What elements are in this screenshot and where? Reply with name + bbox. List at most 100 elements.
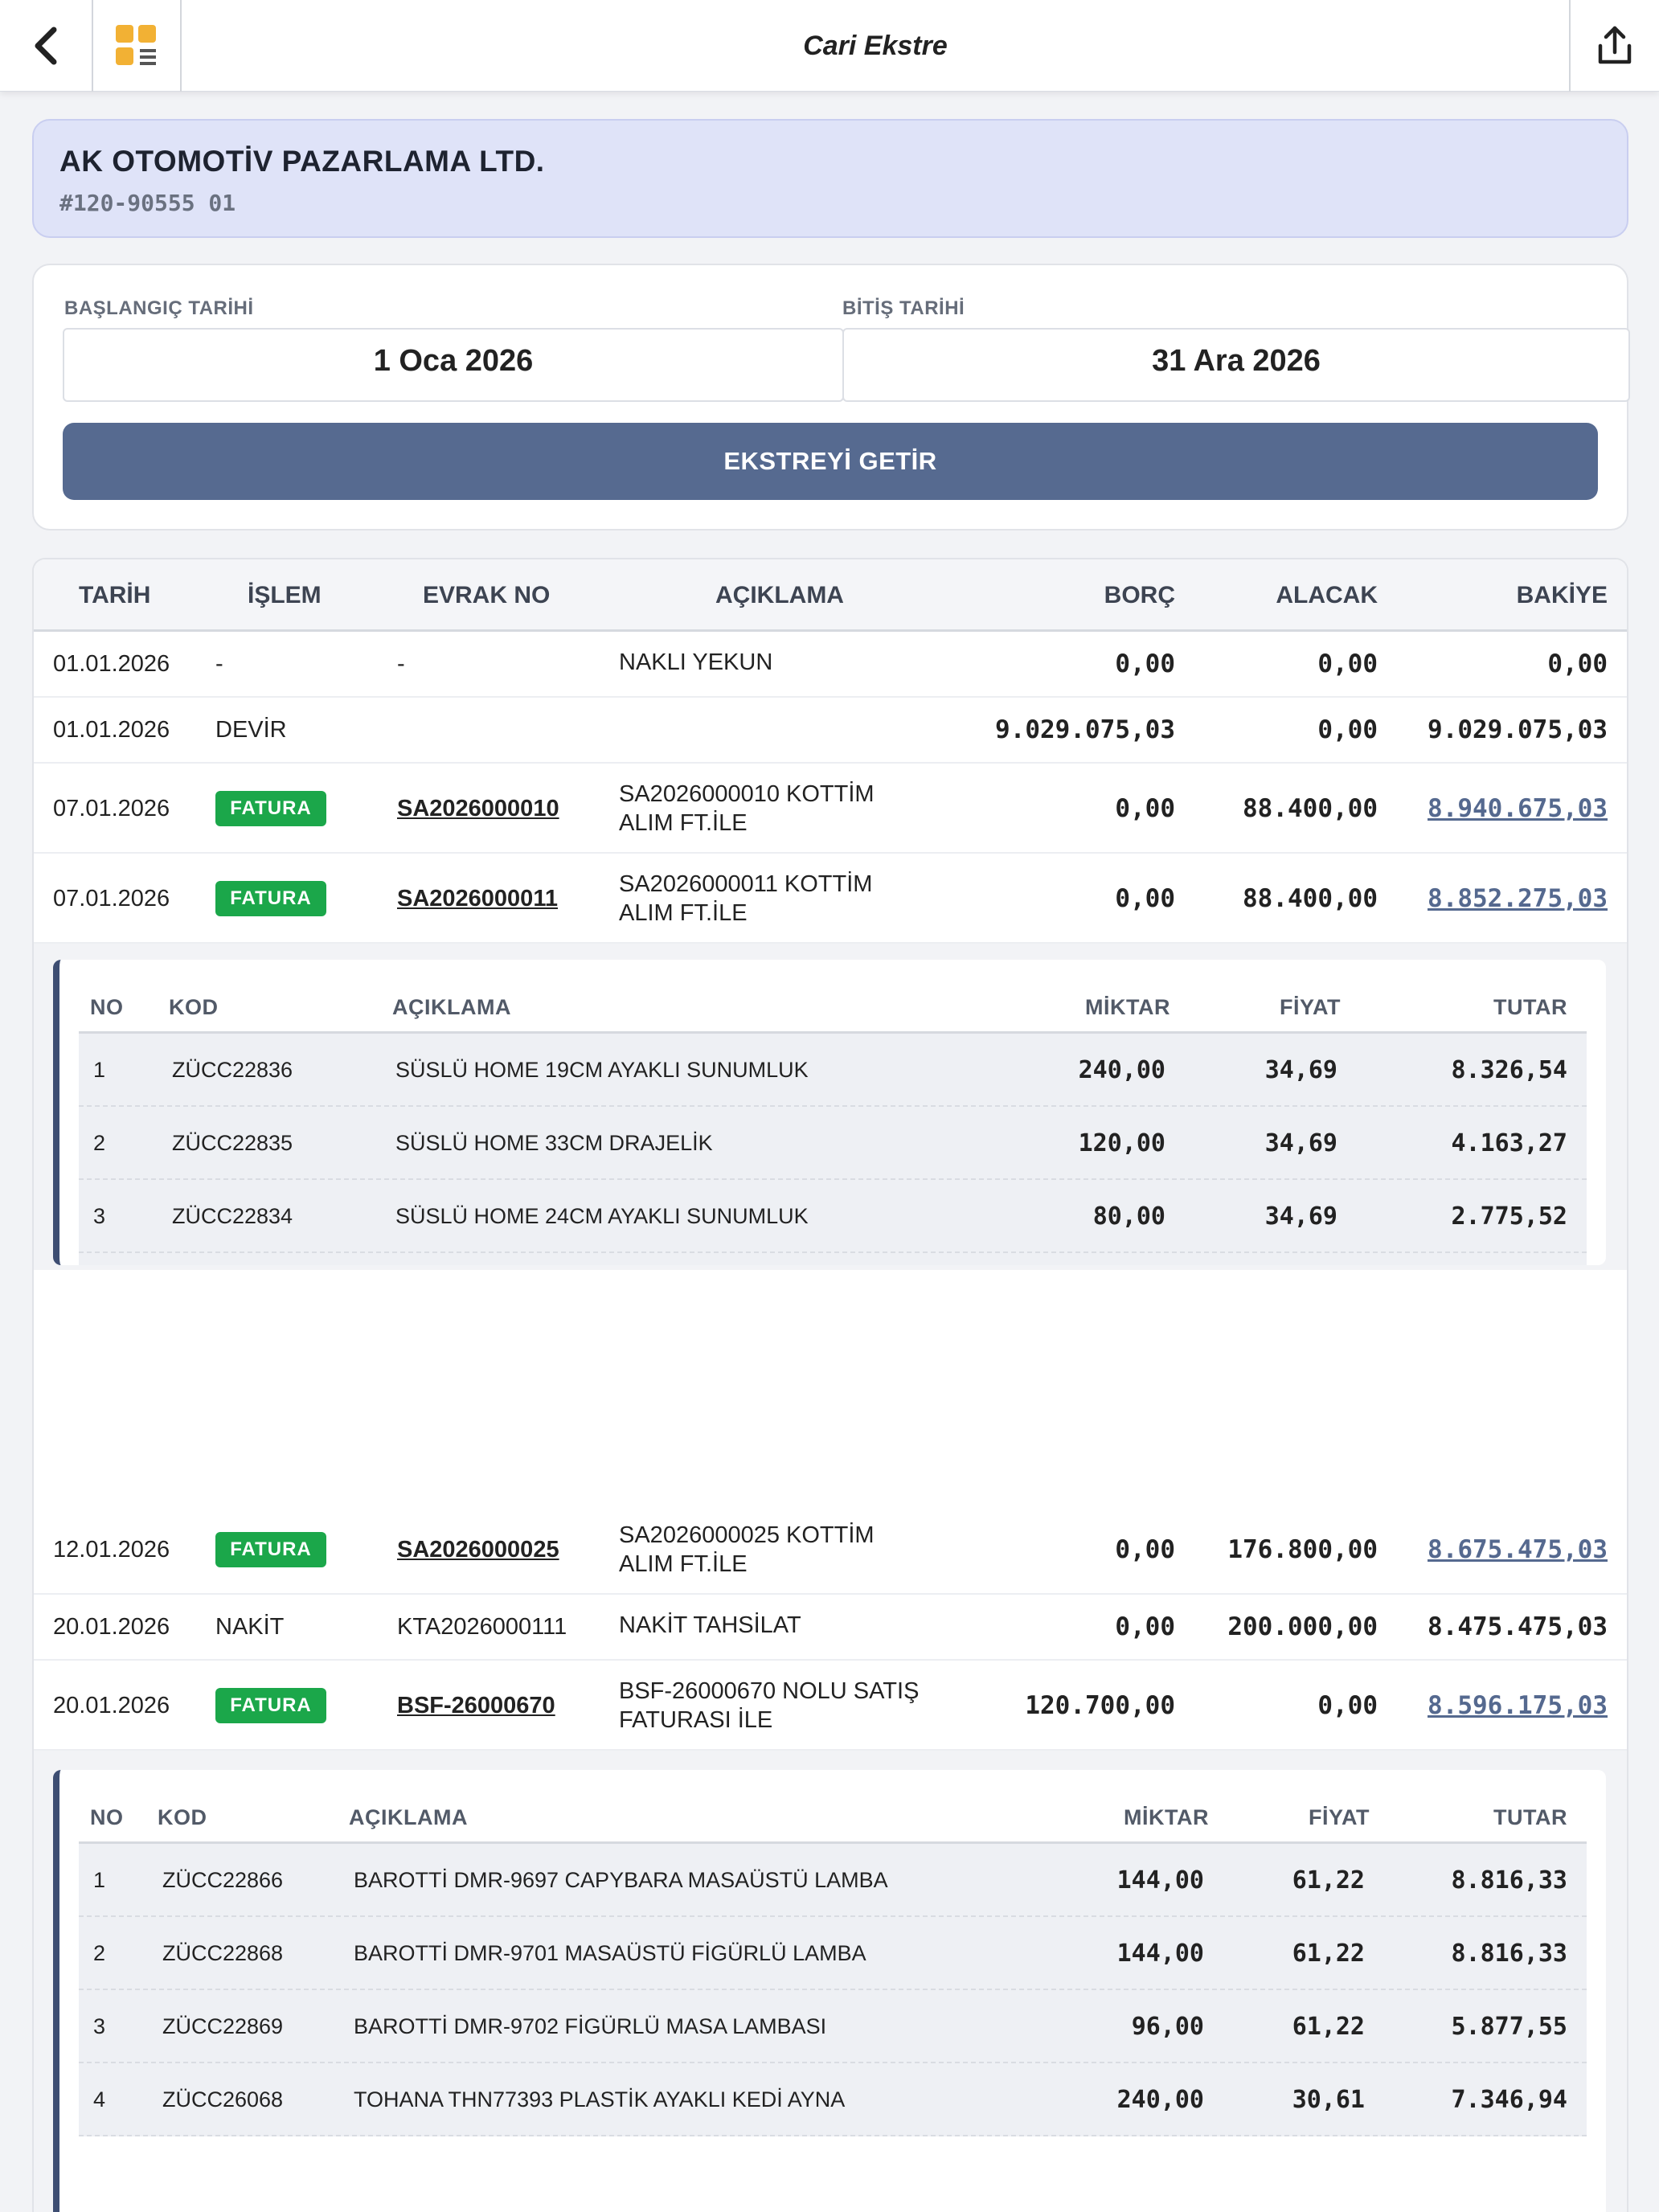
row-date: 01.01.2026 xyxy=(53,651,170,677)
detail-row[interactable]: 4ZÜCC22833SÜSLÜ HOME 24CM SALATA KASESİ1… xyxy=(79,1253,1587,1265)
detail-col-qty: MİKTAR xyxy=(1085,995,1170,1019)
row-doc: KTA2026000111 xyxy=(397,1614,567,1640)
detail-code: ZÜCC22866 xyxy=(162,1868,284,1892)
row-balance-link[interactable]: 8.940.675,03 xyxy=(1428,794,1608,823)
row-balance: 0,00 xyxy=(1547,649,1608,678)
table-row[interactable]: 01.01.2026 DEVİR 9.029.075,03 0,00 9.029… xyxy=(34,698,1627,764)
row-doc-link[interactable]: SA2026000011 xyxy=(397,886,558,912)
detail-col-no: NO xyxy=(90,995,124,1019)
row-date: 12.01.2026 xyxy=(53,1537,170,1563)
row-doc-link[interactable]: BSF-26000670 xyxy=(397,1693,555,1719)
detail-row[interactable]: 2 ZÜCC22835 SÜSLÜ HOME 33CM DRAJELİK 120,00… xyxy=(79,1107,1587,1180)
chevron-left-icon xyxy=(35,27,57,65)
col-doc: EVRAK NO xyxy=(423,582,551,608)
row-date: 01.01.2026 xyxy=(53,717,170,743)
detail-col-price: FİYAT xyxy=(1279,995,1341,1019)
row-doc-link[interactable]: SA2026000010 xyxy=(397,796,559,822)
detail-code: ZÜCC26068 xyxy=(162,2087,284,2112)
invoice-detail-section: NO KOD AÇIKLAMA MİKTAR FİYAT TUTAR 1 ZÜCC… xyxy=(34,1751,1627,2212)
table-row[interactable]: 07.01.2026 FATURA SA2026000010 SA2026000… xyxy=(34,764,1627,854)
table-row[interactable]: 20.01.2026 FATURA BSF-26000670 BSF-26000… xyxy=(34,1661,1627,1751)
table-row[interactable]: 01.01.2026 - - NAKLI YEKUN 0,00 0,00 0,0… xyxy=(34,632,1627,698)
detail-qty: 120,00 xyxy=(1078,1129,1165,1157)
detail-total: 5.877,55 xyxy=(1451,2013,1568,2041)
share-icon xyxy=(1598,26,1632,64)
row-type: NAKİT xyxy=(215,1614,285,1640)
menu-button[interactable] xyxy=(93,0,182,92)
detail-no: 1 xyxy=(93,1868,106,1892)
row-balance: 9.029.075,03 xyxy=(1428,715,1608,744)
detail-desc: TOHANA THN77393 PLASTİK AYAKLI KEDİ AYNA xyxy=(354,2087,846,2112)
detail-row[interactable]: 3 ZÜCC22834 SÜSLÜ HOME 24CM AYAKLI SUNUMLU… xyxy=(79,1180,1587,1253)
detail-desc: SÜSLÜ HOME 19CM AYAKLI SUNUMLUK xyxy=(395,1058,809,1082)
date-filter-card: BAŞLANGIÇ TARİHİ BİTİŞ TARİHİ 1 Oca 2026… xyxy=(32,264,1630,530)
row-balance-link[interactable]: 8.675.475,03 xyxy=(1428,1535,1608,1564)
detail-total: 8.816,33 xyxy=(1451,1940,1568,1968)
detail-qty: 144,00 xyxy=(1116,1940,1204,1968)
row-balance-link[interactable]: 8.852.275,03 xyxy=(1428,884,1608,913)
detail-qty: 144,00 xyxy=(1116,1866,1204,1895)
detail-qty: 96,00 xyxy=(1131,2013,1204,2041)
detail-price: 30,61 xyxy=(1292,2086,1365,2114)
row-debit: 9.029.075,03 xyxy=(995,715,1175,744)
end-date-label: BİTİŞ TARİHİ xyxy=(842,297,965,319)
detail-code: ZÜCC22836 xyxy=(172,1058,293,1082)
detail-total: 4.163,27 xyxy=(1451,1129,1568,1157)
row-desc-line1: SA2026000010 KOTTİM xyxy=(619,781,875,807)
table-row[interactable]: 12.01.2026 FATURA SA2026000025 SA2026000… xyxy=(34,1505,1627,1595)
row-desc-line2: ALIM FT.İLE xyxy=(619,1551,748,1577)
row-credit: 88.400,00 xyxy=(1243,884,1378,913)
invoice-badge: FATURA xyxy=(215,1688,326,1723)
row-date: 20.01.2026 xyxy=(53,1614,170,1640)
row-doc-link[interactable]: SA2026000025 xyxy=(397,1537,559,1563)
row-credit: 0,00 xyxy=(1317,1691,1378,1720)
col-balance: BAKİYE xyxy=(1516,582,1608,608)
share-button[interactable] xyxy=(1569,0,1659,92)
row-balance: 8.475.475,03 xyxy=(1428,1612,1608,1641)
invoice-badge: FATURA xyxy=(215,881,326,916)
detail-no: 3 xyxy=(93,1204,106,1228)
detail-header: NO KOD AÇIKLAMA MİKTAR FİYAT TUTAR xyxy=(79,1784,1587,1844)
grid-list-icon xyxy=(116,25,156,65)
col-desc: AÇIKLAMA xyxy=(715,582,844,608)
table-row[interactable]: 07.01.2026 FATURA SA2026000011 SA2026000… xyxy=(34,854,1627,944)
detail-col-qty: MİKTAR xyxy=(1124,1805,1209,1829)
row-credit: 0,00 xyxy=(1317,649,1378,678)
detail-code: ZÜCC22869 xyxy=(162,2014,284,2038)
start-date-field[interactable]: 1 Oca 2026 xyxy=(63,328,844,402)
invoice-badge: FATURA xyxy=(215,1532,326,1567)
detail-price: 61,22 xyxy=(1292,1940,1365,1968)
invoice-detail-section: NO KOD AÇIKLAMA MİKTAR FİYAT TUTAR 1 ZÜCC… xyxy=(34,944,1627,1270)
detail-total: 8.816,33 xyxy=(1451,1866,1568,1895)
row-date: 07.01.2026 xyxy=(53,796,170,821)
row-date: 20.01.2026 xyxy=(53,1693,170,1718)
table-header: TARİH İŞLEM EVRAK NO AÇIKLAMA BORÇ ALACA… xyxy=(34,559,1627,632)
detail-no: 2 xyxy=(93,1131,106,1155)
detail-total: 7.346,94 xyxy=(1451,2086,1568,2114)
detail-row[interactable]: 1 ZÜCC22836 SÜSLÜ HOME 19CM AYAKLI SUNUMLU… xyxy=(79,1034,1587,1107)
row-desc-line1: SA2026000025 KOTTİM xyxy=(619,1522,875,1548)
detail-row[interactable]: 4 ZÜCC26068 TOHANA THN77393 PLASTİK AYAKLI… xyxy=(79,2063,1587,2136)
invoice-detail-panel: NO KOD AÇIKLAMA MİKTAR FİYAT TUTAR 1 ZÜCC… xyxy=(53,960,1606,1265)
table-row[interactable]: 20.01.2026 NAKİT KTA2026000111 NAKİT TAH… xyxy=(34,1595,1627,1661)
detail-no: 3 xyxy=(93,2014,106,2038)
top-bar: Cari Ekstre xyxy=(0,0,1659,92)
row-doc: - xyxy=(397,651,405,677)
detail-row[interactable]: 1 ZÜCC22866 BAROTTİ DMR-9697 CAPYBARA MASA… xyxy=(79,1844,1587,1917)
detail-row[interactable]: 3 ZÜCC22869 BAROTTİ DMR-9702 FİGÜRLÜ MASA … xyxy=(79,1990,1587,2063)
detail-no: 1 xyxy=(93,1058,106,1082)
row-debit: 0,00 xyxy=(1115,1535,1175,1564)
row-balance-link[interactable]: 8.596.175,03 xyxy=(1428,1691,1608,1720)
detail-col-code: KOD xyxy=(158,1805,207,1829)
fetch-statement-button[interactable]: EKSTREYİ GETİR xyxy=(63,423,1598,500)
back-button[interactable] xyxy=(0,0,93,92)
end-date-field[interactable]: 31 Ara 2026 xyxy=(842,328,1630,402)
detail-price: 34,69 xyxy=(1264,1202,1337,1231)
statement-table: TARİH İŞLEM EVRAK NO AÇIKLAMA BORÇ ALACA… xyxy=(32,558,1628,2212)
detail-price: 34,69 xyxy=(1264,1056,1337,1084)
col-debit: BORÇ xyxy=(1104,582,1175,608)
detail-price: 61,22 xyxy=(1292,2013,1365,2041)
detail-col-total: TUTAR xyxy=(1493,1805,1567,1829)
detail-row[interactable]: 2 ZÜCC22868 BAROTTİ DMR-9701 MASAÜSTÜ FİGÜ… xyxy=(79,1917,1587,1990)
detail-col-no: NO xyxy=(90,1805,124,1829)
